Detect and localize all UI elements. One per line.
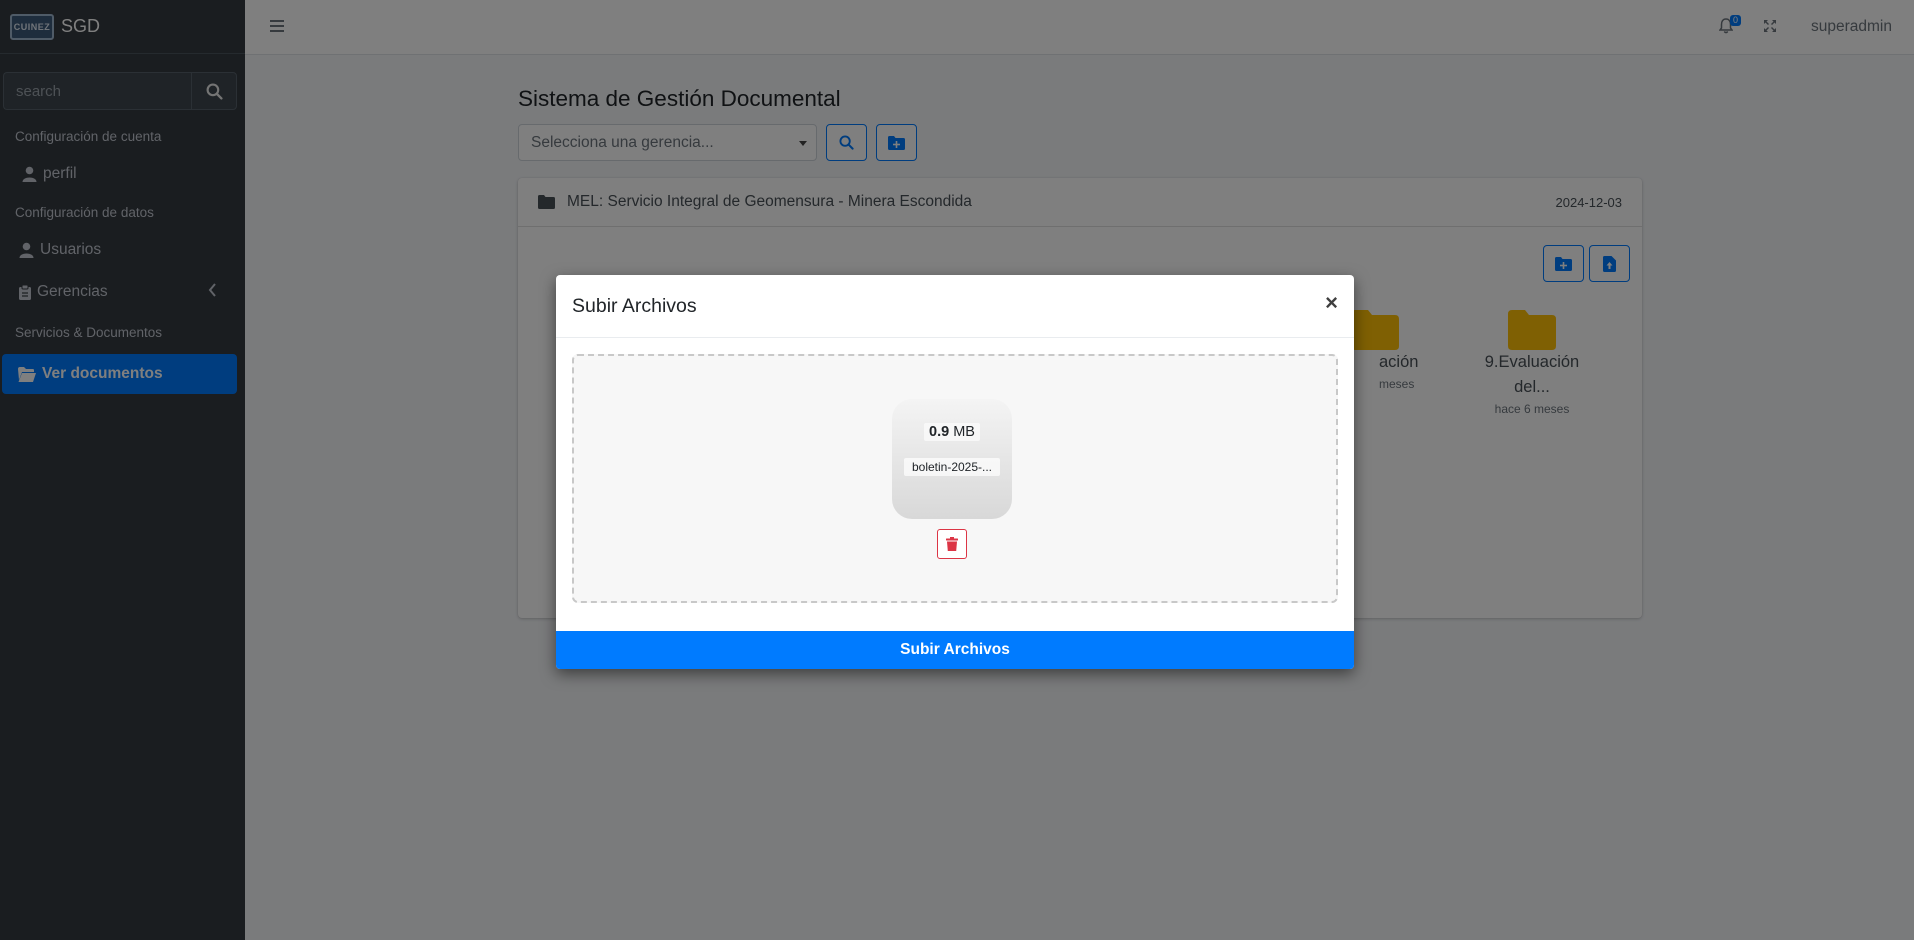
modal-title: Subir Archivos <box>572 294 697 317</box>
file-dropzone[interactable]: 0.9 MB boletin-2025-... <box>572 354 1338 603</box>
file-size-value: 0.9 <box>929 424 950 440</box>
upload-files-button[interactable]: Subir Archivos <box>556 631 1354 669</box>
remove-file-button[interactable] <box>937 529 967 559</box>
file-name: boletin-2025-... <box>904 458 1000 476</box>
trash-icon <box>946 537 958 551</box>
file-preview: 0.9 MB boletin-2025-... <box>892 399 1012 519</box>
close-icon[interactable]: × <box>1325 292 1338 314</box>
file-size-unit: MB <box>953 424 975 440</box>
file-size: 0.9 MB <box>892 423 1012 441</box>
modal-header: Subir Archivos × <box>556 275 1354 338</box>
upload-modal: Subir Archivos × 0.9 MB boletin-2025-...… <box>556 275 1354 669</box>
